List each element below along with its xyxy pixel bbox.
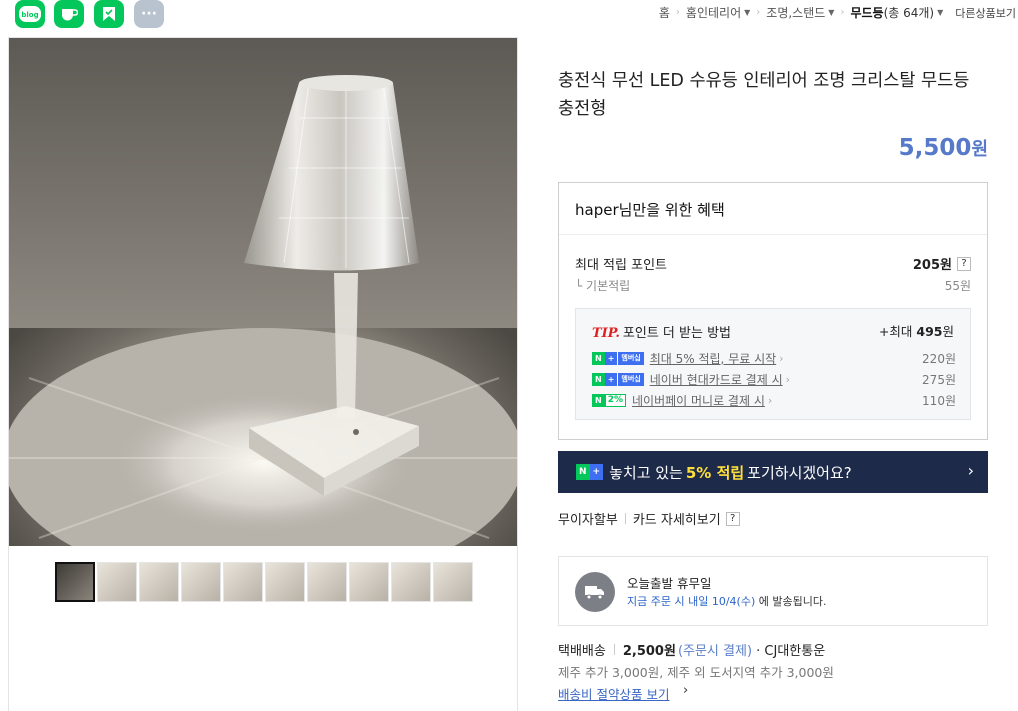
thumbnail[interactable] [433, 562, 473, 602]
crystal-lamp-illustration [9, 38, 517, 546]
naver-plus-membership-badge: N + 멤버십 [592, 351, 644, 365]
chevron-right-icon: › [767, 393, 773, 407]
shipping-saving-link[interactable]: 배송비 절약상품 보기 [558, 684, 669, 703]
installment-link[interactable]: 무이자할부 [558, 509, 618, 528]
breadcrumb-separator: › [675, 7, 680, 18]
chevron-right-icon: › [779, 351, 784, 365]
caret-down-icon[interactable]: ▼ [937, 8, 943, 17]
max-points-row: 최대 적립 포인트 205원? [575, 254, 971, 273]
breadcrumb-home[interactable]: 홈 [659, 4, 670, 21]
tip-heading: TIP. 포인트 더 받는 방법 [592, 326, 731, 341]
help-icon[interactable]: ? [957, 256, 971, 271]
breadcrumb-lighting[interactable]: 조명,스탠드 [766, 4, 825, 21]
breadcrumb-current[interactable]: 무드등(총 64개) [850, 4, 934, 21]
thumbnail-strip [55, 562, 473, 602]
naver-plus-membership-badge: N + 멤버십 [592, 372, 644, 386]
svg-text:blog: blog [21, 11, 38, 19]
divider [624, 513, 626, 524]
benefit-heading: haper님만을 위한 혜택 [559, 183, 987, 235]
top-bar: blog ··· 홈 › 홈인테리어 ▼ › 조명,스탠드 ▼ › 무드등(총 … [0, 0, 1018, 30]
chevron-right-icon: › [785, 372, 791, 386]
thumbnail[interactable] [139, 562, 179, 602]
thumbnail[interactable] [55, 562, 95, 602]
cafe-share-button[interactable] [54, 0, 84, 28]
tip-row-membership[interactable]: N + 멤버십 최대 5% 적립, 무료 시작 › 220원 [592, 349, 956, 367]
thumbnail[interactable] [181, 562, 221, 602]
thumbnail[interactable] [349, 562, 389, 602]
help-icon[interactable]: ? [725, 511, 740, 526]
caret-down-icon[interactable]: ▼ [744, 8, 750, 17]
breadcrumb-separator: › [840, 7, 845, 18]
max-points-value: 205원 [912, 258, 952, 273]
base-points-value: 55원 [944, 279, 971, 293]
card-info-row: 무이자할부 카드 자세히보기 ? [558, 509, 740, 528]
benefit-box: haper님만을 위한 혜택 최대 적립 포인트 205원? └ 기본적립 55… [558, 182, 988, 440]
breadcrumb: 홈 › 홈인테리어 ▼ › 조명,스탠드 ▼ › 무드등(총 64개) ▼ 다른… [659, 4, 1016, 21]
shipping-notice-title: 오늘출발 휴무일 [627, 576, 712, 591]
naverpay-2-percent-badge: N 2% [592, 393, 626, 407]
caret-down-icon[interactable]: ▼ [828, 8, 834, 17]
blog-icon: blog [19, 6, 41, 22]
base-points-row: └ 기본적립 55원 [575, 279, 971, 293]
cafe-cup-icon [62, 9, 78, 21]
bookmark-share-button[interactable] [94, 0, 124, 28]
chevron-right-icon[interactable]: › [968, 461, 974, 480]
bookmark-icon [103, 7, 115, 21]
shipping-notice: 오늘출발 휴무일 지금 주문 시 내일 10/4(수) 에 발송됩니다. [558, 556, 988, 626]
truck-icon [575, 572, 615, 612]
other-products-link[interactable]: 다른상품보기 [955, 5, 1016, 21]
indent-icon: └ [575, 279, 587, 293]
tip-row-naverpay-money[interactable]: N 2% 네이버페이 머니로 결제 시 › 110원 [592, 391, 956, 409]
tip-max-value: +최대 495원 [878, 324, 954, 339]
chevron-right-icon[interactable]: › [683, 683, 688, 698]
product-gallery [8, 37, 518, 711]
thumbnail[interactable] [97, 562, 137, 602]
membership-promo-banner[interactable]: N + 놓치고 있는 5% 적립 포기하시겠어요? › [558, 451, 988, 493]
blog-share-button[interactable]: blog [15, 0, 45, 28]
more-share-button[interactable]: ··· [134, 0, 164, 28]
breadcrumb-separator: › [756, 7, 761, 18]
tip-row-hyundai-card[interactable]: N + 멤버십 네이버 현대카드로 결제 시 › 275원 [592, 370, 956, 388]
thumbnail[interactable] [391, 562, 431, 602]
card-detail-link[interactable]: 카드 자세히보기 [633, 509, 721, 528]
thumbnail[interactable] [307, 562, 347, 602]
product-title: 충전식 무선 LED 수유등 인테리어 조명 크리스탈 무드등 충전형 [558, 71, 970, 119]
breadcrumb-interior[interactable]: 홈인테리어 [686, 4, 741, 21]
tip-box: TIP. 포인트 더 받는 방법 +최대 495원 N + 멤버십 최대 5% 적립,… [575, 308, 971, 420]
divider [613, 644, 615, 655]
naver-plus-logo: N + [576, 464, 604, 480]
shipping-notice-subtitle: 지금 주문 시 내일 10/4(수) 에 발송됩니다. [627, 595, 827, 608]
thumbnail[interactable] [223, 562, 263, 602]
thumbnail[interactable] [265, 562, 305, 602]
delivery-info: 택배배송 2,500원 (주문시 결제) · CJ대한통운 [558, 644, 826, 659]
more-dots-icon: ··· [141, 6, 157, 22]
main-product-image[interactable] [9, 38, 517, 546]
product-price: 5,500원 [898, 135, 988, 161]
delivery-extra-fee: 제주 추가 3,000원, 제주 외 도서지역 추가 3,000원 [558, 665, 834, 680]
